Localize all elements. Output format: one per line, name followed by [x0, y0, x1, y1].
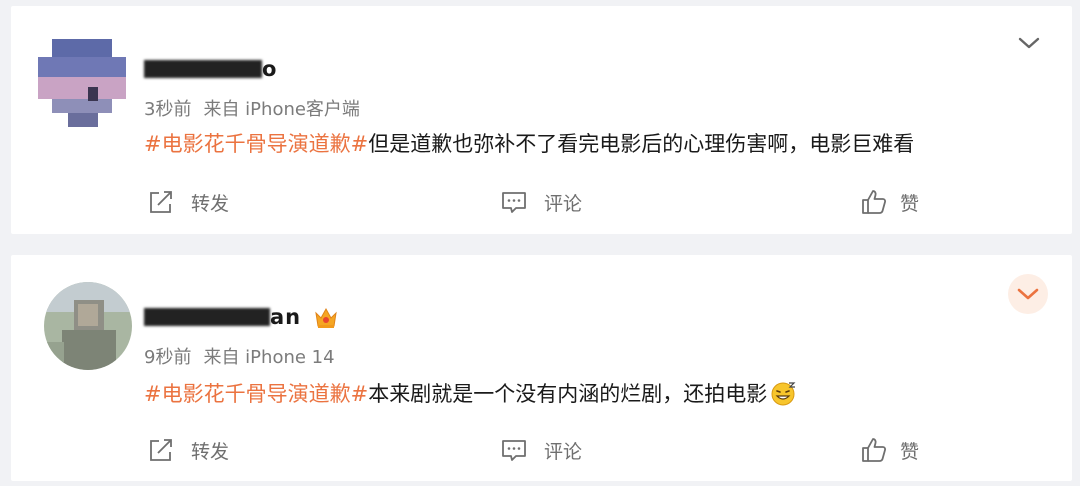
like-label: 赞 — [900, 440, 920, 463]
comment-label: 评论 — [544, 440, 583, 463]
post-time: 3秒前 — [144, 99, 192, 120]
hashtag-link[interactable]: #电影花千骨导演道歉# — [144, 132, 368, 156]
post-source: 来自 iPhone客户端 — [203, 99, 360, 120]
post-time: 9秒前 — [144, 347, 192, 368]
weibo-post-card: an 9秒前 来自 iPhone 14 #电影花千骨导演道歉#本来剧就是一个没有内… — [11, 255, 1072, 481]
repost-button[interactable]: 转发 — [147, 188, 229, 216]
repost-icon — [150, 191, 172, 213]
more-options-button[interactable] — [1008, 274, 1048, 314]
repost-button[interactable]: 转发 — [147, 436, 229, 464]
redacted-mask — [144, 308, 270, 326]
comment-button[interactable]: 评论 — [500, 436, 582, 464]
post-source: 来自 iPhone 14 — [203, 347, 335, 368]
comment-icon — [502, 192, 526, 213]
username-visible-part: o — [262, 57, 278, 81]
comment-icon — [502, 440, 526, 461]
redacted-mask — [144, 60, 262, 78]
vip-crown-icon — [313, 305, 339, 331]
action-bar: 转发 评论 赞 — [11, 436, 1072, 466]
chevron-down-icon — [1018, 37, 1040, 49]
more-options-button[interactable] — [1016, 32, 1042, 54]
weibo-post-card: o 3秒前 来自 iPhone客户端 #电影花千骨导演道歉#但是道歉也弥补不了看完… — [11, 6, 1072, 234]
post-meta: 3秒前 来自 iPhone客户端 — [144, 95, 360, 121]
comment-label: 评论 — [544, 192, 583, 215]
username[interactable]: an — [144, 305, 301, 329]
like-button[interactable]: 赞 — [860, 188, 919, 216]
username[interactable]: o — [144, 57, 277, 81]
post-text: #电影花千骨导演道歉#但是道歉也弥补不了看完电影后的心理伤害啊，电影巨难看 — [144, 128, 914, 158]
avatar[interactable] — [44, 282, 132, 370]
action-bar: 转发 评论 赞 — [11, 188, 1072, 218]
username-visible-part: an — [270, 305, 302, 329]
post-meta: 9秒前 来自 iPhone 14 — [144, 343, 335, 369]
like-icon — [862, 190, 887, 214]
repost-label: 转发 — [191, 192, 230, 215]
like-icon — [862, 438, 887, 462]
post-body: 但是道歉也弥补不了看完电影后的心理伤害啊，电影巨难看 — [368, 132, 915, 156]
chevron-down-icon — [1017, 288, 1039, 300]
post-body: 本来剧就是一个没有内涵的烂剧，还拍电影 — [368, 382, 768, 406]
repost-label: 转发 — [191, 440, 230, 463]
like-label: 赞 — [900, 192, 920, 215]
comment-button[interactable]: 评论 — [500, 188, 582, 216]
avatar[interactable] — [38, 39, 126, 127]
hashtag-link[interactable]: #电影花千骨导演道歉# — [144, 382, 368, 406]
repost-icon — [150, 439, 172, 461]
grinning-emoji-icon — [769, 380, 797, 406]
post-text: #电影花千骨导演道歉#本来剧就是一个没有内涵的烂剧，还拍电影 — [144, 378, 797, 408]
like-button[interactable]: 赞 — [860, 436, 919, 464]
